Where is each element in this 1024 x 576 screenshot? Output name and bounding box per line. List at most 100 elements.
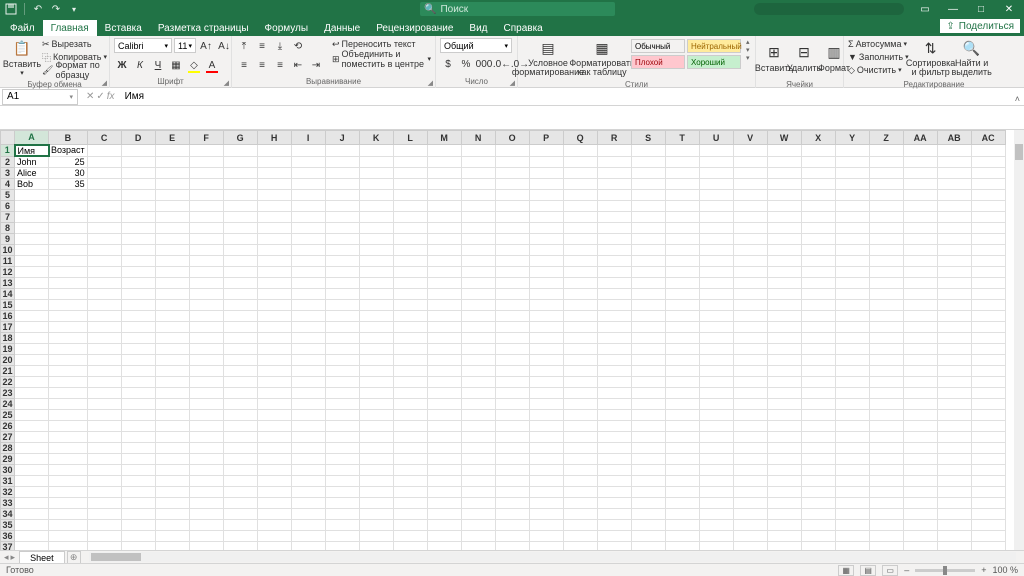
cell[interactable]: [903, 244, 937, 255]
cell[interactable]: [971, 266, 1005, 277]
alignment-launcher-icon[interactable]: ◢: [428, 79, 433, 87]
cell[interactable]: [223, 266, 257, 277]
cell[interactable]: [291, 321, 325, 332]
cell[interactable]: [903, 299, 937, 310]
cell[interactable]: [325, 519, 359, 530]
cell[interactable]: [937, 233, 971, 244]
cell[interactable]: [903, 464, 937, 475]
cell[interactable]: [223, 530, 257, 541]
zoom-out-icon[interactable]: –: [904, 565, 909, 575]
cell[interactable]: [869, 365, 903, 376]
cell[interactable]: [87, 255, 121, 266]
cell[interactable]: [971, 431, 1005, 442]
cell[interactable]: [49, 365, 88, 376]
styles-up-icon[interactable]: ▴: [746, 38, 750, 46]
cell[interactable]: [631, 233, 665, 244]
cell[interactable]: [155, 200, 189, 211]
cell[interactable]: [121, 178, 155, 189]
cell[interactable]: [937, 277, 971, 288]
cell[interactable]: [529, 409, 563, 420]
cell[interactable]: [903, 420, 937, 431]
cell[interactable]: [869, 497, 903, 508]
cell[interactable]: [903, 200, 937, 211]
cell[interactable]: [665, 365, 699, 376]
cell[interactable]: [971, 354, 1005, 365]
cell[interactable]: [495, 486, 529, 497]
cell[interactable]: [495, 233, 529, 244]
cell[interactable]: [87, 376, 121, 387]
cell[interactable]: [665, 167, 699, 178]
name-box[interactable]: A1▾: [2, 89, 78, 105]
cell[interactable]: [665, 508, 699, 519]
cell[interactable]: [325, 475, 359, 486]
cell[interactable]: [291, 475, 325, 486]
cell[interactable]: [903, 255, 937, 266]
cell[interactable]: [359, 497, 393, 508]
cell[interactable]: [937, 222, 971, 233]
cell[interactable]: [121, 310, 155, 321]
cell[interactable]: [223, 233, 257, 244]
close-icon[interactable]: ✕: [996, 0, 1022, 18]
cell[interactable]: [937, 475, 971, 486]
cell[interactable]: [563, 167, 597, 178]
cell[interactable]: [223, 354, 257, 365]
cell[interactable]: [223, 497, 257, 508]
cell[interactable]: [631, 244, 665, 255]
cell[interactable]: [291, 442, 325, 453]
cell[interactable]: [801, 233, 835, 244]
cell[interactable]: [87, 277, 121, 288]
cell[interactable]: [631, 354, 665, 365]
cell[interactable]: [665, 277, 699, 288]
cell[interactable]: [801, 222, 835, 233]
cell[interactable]: [597, 409, 631, 420]
cell[interactable]: [427, 376, 461, 387]
cell[interactable]: [461, 211, 495, 222]
cell[interactable]: [189, 332, 223, 343]
cell[interactable]: [121, 519, 155, 530]
format-as-table-button[interactable]: ▦ Форматировать как таблицу: [576, 38, 628, 78]
tab-file[interactable]: Файл: [2, 20, 43, 36]
cell[interactable]: [869, 431, 903, 442]
qat-customize-icon[interactable]: ▾: [67, 2, 81, 16]
cell[interactable]: [257, 288, 291, 299]
column-header[interactable]: C: [87, 131, 121, 145]
cell[interactable]: [461, 167, 495, 178]
cell[interactable]: [155, 266, 189, 277]
cell[interactable]: [529, 376, 563, 387]
cell[interactable]: [529, 156, 563, 167]
cell[interactable]: [665, 497, 699, 508]
cell[interactable]: [461, 299, 495, 310]
cell[interactable]: [835, 145, 869, 157]
cell[interactable]: [325, 266, 359, 277]
cell[interactable]: [359, 211, 393, 222]
cell[interactable]: [733, 530, 767, 541]
cell[interactable]: [767, 486, 801, 497]
cell[interactable]: [903, 442, 937, 453]
cell[interactable]: [87, 398, 121, 409]
cell[interactable]: [971, 321, 1005, 332]
cell[interactable]: [937, 442, 971, 453]
cell[interactable]: [325, 343, 359, 354]
cell[interactable]: [733, 343, 767, 354]
cell[interactable]: [291, 420, 325, 431]
cell[interactable]: [597, 332, 631, 343]
cell[interactable]: [325, 442, 359, 453]
cell[interactable]: [631, 387, 665, 398]
cell[interactable]: [971, 255, 1005, 266]
cell[interactable]: [291, 332, 325, 343]
cell[interactable]: [835, 299, 869, 310]
cell[interactable]: [155, 277, 189, 288]
cell[interactable]: [257, 508, 291, 519]
cell[interactable]: [461, 409, 495, 420]
percent-icon[interactable]: %: [458, 56, 474, 72]
cell[interactable]: [835, 211, 869, 222]
cell[interactable]: [699, 508, 733, 519]
cell[interactable]: [665, 244, 699, 255]
cell[interactable]: [529, 354, 563, 365]
cell[interactable]: [971, 497, 1005, 508]
cell[interactable]: [87, 233, 121, 244]
cell[interactable]: [597, 277, 631, 288]
cell[interactable]: [359, 310, 393, 321]
cell[interactable]: [121, 211, 155, 222]
cell[interactable]: [835, 266, 869, 277]
